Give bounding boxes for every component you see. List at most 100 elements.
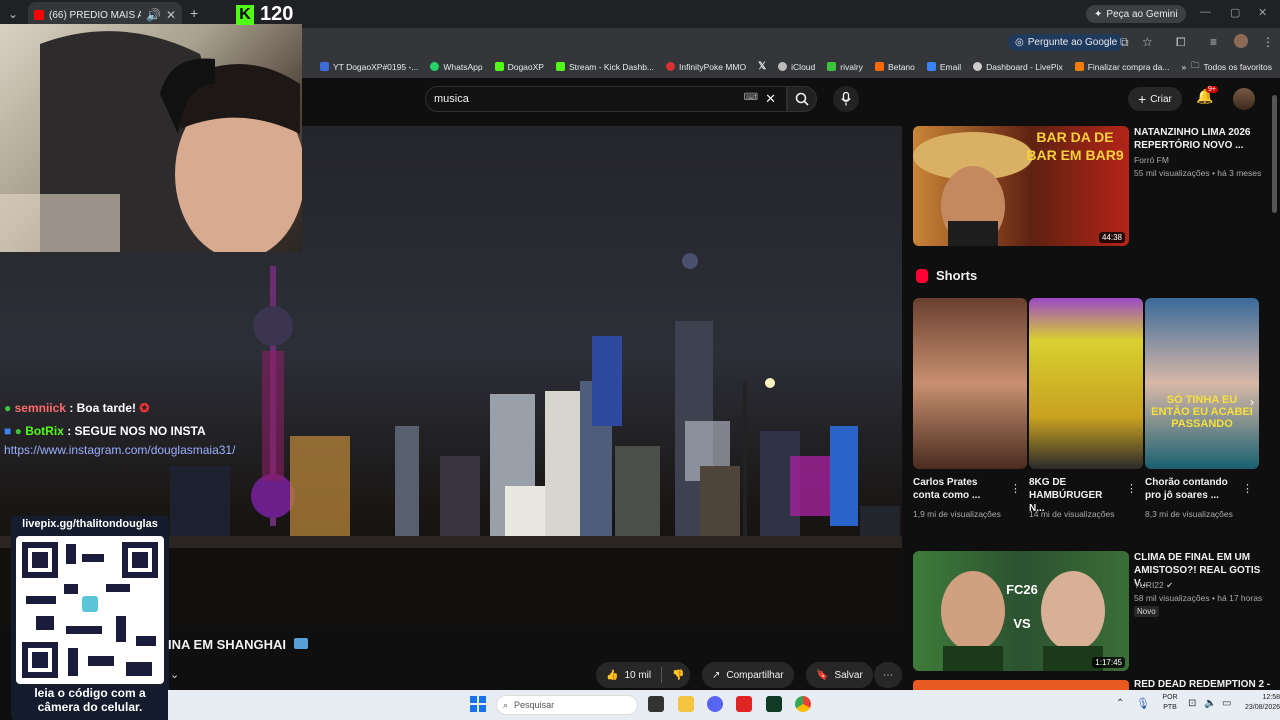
recommended-meta: 55 mil visualizações • há 3 meses: [1134, 168, 1262, 178]
tray-mic-icon[interactable]: 🎙: [1136, 697, 1150, 710]
more-actions-button[interactable]: ⋯: [874, 662, 902, 688]
recommended-channel[interactable]: YURI22 ✔: [1134, 579, 1173, 592]
bookmark-item[interactable]: WhatsApp: [430, 61, 483, 72]
kick-icon: [555, 62, 565, 71]
kick-viewer-count: 120: [260, 3, 294, 25]
tab-audio-icon[interactable]: 🔊: [146, 8, 161, 22]
bookmark-item[interactable]: Betano: [874, 62, 915, 72]
share-arrow-icon: ↗: [712, 669, 721, 681]
battery-icon[interactable]: ▭: [1222, 698, 1231, 709]
save-button[interactable]: 🔖 Salvar: [806, 662, 873, 688]
chrome-icon[interactable]: [795, 696, 811, 712]
page-scrollbar[interactable]: [1272, 95, 1277, 213]
gemini-button[interactable]: ✦ Peça ao Gemini: [1086, 5, 1186, 23]
close-window-icon[interactable]: ✕: [1258, 6, 1267, 19]
short-menu-icon[interactable]: ⋮: [1010, 482, 1021, 495]
clock-date: 23/08/2026: [1245, 704, 1280, 711]
bookmark-item[interactable]: Stream - Kick Dashb...: [555, 62, 654, 72]
tab-search-icon[interactable]: ⌄: [8, 7, 18, 21]
search-input[interactable]: musica ⌨ ✕: [425, 86, 787, 112]
thumbs-up-icon: 👍: [606, 669, 619, 681]
extensions-icon[interactable]: ⧠: [1176, 35, 1186, 50]
recommended-channel[interactable]: Forró FM: [1134, 154, 1169, 167]
task-view-icon[interactable]: [648, 696, 664, 712]
shorts-next-icon[interactable]: ›: [1250, 395, 1254, 409]
short-meta: 14 mi de visualizações: [1029, 509, 1115, 519]
all-favorites-button[interactable]: 🗀 Todos os favoritos: [1191, 60, 1272, 74]
bookmark-label: WhatsApp: [443, 61, 483, 72]
short-title[interactable]: Chorão contando pro jô soares ...: [1145, 476, 1235, 502]
streamer-webcam-image: [0, 31, 302, 252]
discord-icon[interactable]: [707, 696, 723, 712]
kick-logo-icon: K: [236, 4, 254, 25]
gemini-label: Peça ao Gemini: [1106, 8, 1178, 20]
short-menu-icon[interactable]: ⋮: [1126, 482, 1137, 495]
share-button[interactable]: ↗ Compartilhar: [702, 662, 794, 688]
input-language[interactable]: POR PTB: [1158, 693, 1182, 713]
bookmarks-overflow-icon[interactable]: »: [1181, 62, 1186, 72]
thumbs-down-icon[interactable]: 👎: [672, 670, 684, 681]
bookmark-item[interactable]: Email: [926, 61, 962, 72]
chrome-menu-icon[interactable]: ⋮: [1262, 35, 1274, 49]
voice-search-button[interactable]: [833, 86, 859, 112]
bookmark-item[interactable]: DogaoXP: [494, 62, 544, 72]
file-explorer-icon[interactable]: [678, 696, 694, 712]
tab-close-icon[interactable]: ✕: [166, 8, 176, 22]
thumbnail-text: FC26 VS: [1006, 582, 1038, 631]
channel-name: YURI22: [1134, 580, 1164, 590]
bookmark-item[interactable]: YT DogaoXP#0195 -...: [320, 62, 418, 72]
bookmark-label: Finalizar compra da...: [1087, 61, 1170, 72]
bookmark-label: rivalry: [840, 61, 863, 72]
short-menu-icon[interactable]: ⋮: [1242, 482, 1253, 495]
search-button[interactable]: [787, 86, 817, 112]
check-badge-icon: ●: [14, 424, 22, 438]
new-badge: Novo: [1134, 606, 1159, 617]
email-icon: [926, 62, 936, 71]
create-button[interactable]: + Criar: [1128, 87, 1182, 111]
bookmark-item[interactable]: 𝕏: [758, 61, 766, 72]
bookmark-label: Email: [939, 61, 962, 72]
chat-link[interactable]: https://www.instagram.com/douglasmaia31/: [4, 443, 235, 457]
save-label: Salvar: [834, 669, 863, 681]
clear-search-icon[interactable]: ✕: [765, 91, 776, 107]
bookmark-item[interactable]: rivalry: [827, 62, 863, 72]
minimize-icon[interactable]: —: [1200, 6, 1211, 18]
more-horizontal-icon: ⋯: [883, 669, 893, 681]
google-lens-icon: ◎: [1015, 37, 1024, 48]
like-button[interactable]: 👍 10 mil 👎: [596, 662, 690, 688]
ask-google-label: Pergunte ao Google: [1027, 37, 1118, 48]
short-thumbnail[interactable]: [1029, 298, 1143, 469]
profile-avatar[interactable]: [1234, 34, 1248, 48]
bookmark-item[interactable]: iCloud: [778, 62, 815, 72]
new-tab-icon[interactable]: +: [190, 5, 198, 21]
kick-app-icon[interactable]: [766, 696, 782, 712]
x-icon: 𝕏: [758, 61, 767, 72]
recommended-thumbnail[interactable]: [913, 680, 1129, 690]
recommended-title[interactable]: NATANZINHO LIMA 2026 REPERTÓRIO NOVO ...: [1134, 126, 1272, 152]
media-icon[interactable]: ≡: [1210, 35, 1217, 49]
account-avatar[interactable]: [1233, 88, 1255, 110]
maximize-icon[interactable]: ▢: [1230, 6, 1240, 19]
short-thumbnail[interactable]: SÓ TINHA EU ENTÃO EU ACABEI PASSANDO: [1145, 298, 1259, 469]
taskbar-search[interactable]: ⌕ Pesquisar: [496, 695, 638, 715]
tray-overflow-icon[interactable]: ⌃: [1116, 698, 1124, 709]
cast-icon[interactable]: ⧉: [1120, 35, 1129, 50]
bookmark-item[interactable]: InfinityPoke MMO: [666, 62, 746, 72]
streaming-app-icon[interactable]: [736, 696, 752, 712]
recommended-thumbnail[interactable]: FC26 VS 1:17:45: [913, 551, 1129, 671]
windows-start-icon[interactable]: [470, 696, 486, 712]
bookmark-item[interactable]: Dashboard - LivePix: [973, 62, 1063, 72]
volume-icon[interactable]: 🔈: [1204, 698, 1216, 709]
expand-chevron-icon[interactable]: ⌄: [170, 668, 179, 681]
short-thumbnail[interactable]: [913, 298, 1027, 469]
network-icon[interactable]: ⊡: [1188, 698, 1196, 709]
all-favorites-label: Todos os favoritos: [1203, 62, 1272, 72]
short-title[interactable]: Carlos Prates conta como ...: [913, 476, 1003, 502]
bookmark-star-icon[interactable]: ☆: [1142, 35, 1153, 49]
bookmark-item[interactable]: Finalizar compra da...: [1074, 61, 1170, 72]
recommended-thumbnail[interactable]: BAR DA DE BAR EM BAR9 44:38: [913, 126, 1129, 246]
create-label: Criar: [1150, 93, 1172, 105]
ask-google-button[interactable]: ◎ Pergunte ao Google: [1008, 34, 1125, 51]
keyboard-icon[interactable]: ⌨: [744, 92, 758, 103]
taskbar-clock[interactable]: 12:58 23/08/2026: [1245, 693, 1280, 713]
